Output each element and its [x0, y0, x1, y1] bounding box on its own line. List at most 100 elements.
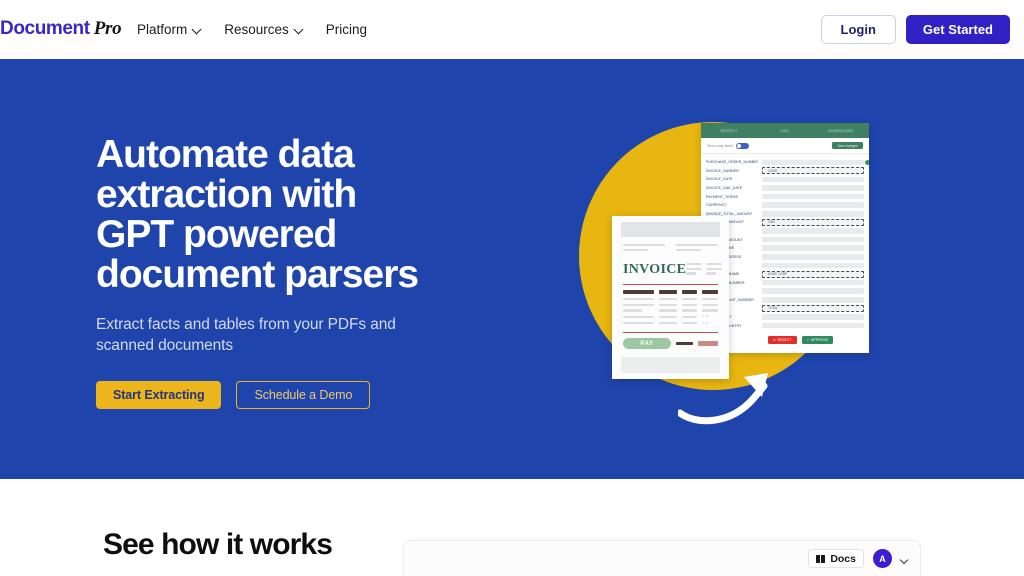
- placeholder-line: [623, 248, 649, 251]
- placeholder-line: [676, 248, 702, 251]
- field-row: SWIFT TOTAL: [706, 304, 864, 313]
- field-input: [762, 288, 864, 294]
- field-input: [762, 236, 864, 243]
- logo-secondary-text: Pro: [93, 18, 122, 39]
- field-row: TAX_RATE: [706, 227, 864, 236]
- invoice-header-block: [621, 222, 720, 237]
- landing-page: Document Pro Platform Resources Pricing …: [0, 0, 1024, 576]
- pay-button: PAY: [623, 338, 671, 350]
- toolbar-left: Show only fields: [707, 142, 749, 149]
- table-row: [623, 297, 718, 301]
- field-value: 1062: [768, 220, 776, 225]
- info-icon: [865, 159, 869, 165]
- field-label: PURCHASE_ORDER_NUMBER: [706, 160, 758, 165]
- placeholder-line: [623, 244, 665, 247]
- field-input: [762, 262, 864, 269]
- hero-section: Automate data extraction with GPT powere…: [0, 59, 1024, 479]
- field-row: INVOICE_TOTAL_AMOUNT: [706, 210, 864, 219]
- chevron-down-icon: [193, 25, 202, 34]
- invoice-pay-row: PAY: [623, 338, 718, 350]
- nav-label: Platform: [137, 22, 188, 37]
- schedule-demo-button[interactable]: Schedule a Demo: [236, 381, 371, 409]
- field-label: INVOICE_DUE_DATE: [706, 186, 743, 191]
- logo-primary-text: Document: [0, 18, 90, 39]
- field-input: [762, 159, 869, 166]
- field-row: BANK_NAME: [706, 287, 864, 296]
- login-button[interactable]: Login: [820, 15, 896, 44]
- avatar[interactable]: A: [873, 549, 892, 568]
- field-row: SUBTOTAL: [706, 261, 864, 270]
- field-input-highlighted: TOTAL: [762, 304, 864, 312]
- table-cell-amount: 0.00: [702, 321, 709, 325]
- nav-links: Platform Resources Pricing: [137, 0, 367, 59]
- field-input: [762, 314, 864, 320]
- field-input: [762, 322, 864, 329]
- hero-copy: Automate data extraction with GPT powere…: [96, 135, 526, 409]
- invoice-total-placeholders: [676, 341, 718, 346]
- field-input: [762, 245, 864, 252]
- table-row: 0.00: [623, 322, 718, 325]
- field-input: [762, 297, 864, 303]
- docs-button[interactable]: Docs: [808, 549, 864, 568]
- card-toolbar: Docs A: [808, 549, 908, 568]
- nav-item-pricing[interactable]: Pricing: [326, 22, 367, 37]
- field-row: CUSTOMER_NUMBER: [706, 278, 864, 287]
- field-row: VENDOR_NAME: [706, 244, 864, 253]
- section-title: See how it works: [103, 528, 333, 561]
- field-input-highlighted: 12345: [762, 167, 864, 175]
- field-input-highlighted: ACME CORP: [762, 270, 864, 278]
- toolbar-label: Show only fields: [707, 143, 733, 148]
- brand-logo[interactable]: Document Pro: [0, 18, 122, 40]
- field-row: INVOICE_DUE_DATE: [706, 184, 864, 193]
- book-icon: [816, 554, 826, 563]
- field-value: 12345: [768, 168, 777, 173]
- field-row: VENDOR_COUNTRY: [706, 321, 864, 330]
- field-label: PAYMENT_TERMS: [706, 194, 738, 199]
- start-extracting-button[interactable]: Start Extracting: [96, 381, 222, 409]
- hero-title: Automate data extraction with GPT powere…: [96, 133, 419, 296]
- panel-tab-csv: CSV: [780, 128, 790, 133]
- curved-arrow-icon: [678, 373, 768, 425]
- field-row: TOTAL_TAX_AMOUNT 1062: [706, 218, 864, 227]
- panel-tab-download: DOWNLOAD: [828, 128, 854, 133]
- table-row: 0.00: [623, 315, 718, 318]
- nav-label: Pricing: [325, 22, 368, 37]
- field-input: [762, 228, 864, 234]
- hero-illustration: DETECT CSV DOWNLOAD Show only fields Sav…: [573, 114, 893, 454]
- nav-item-platform[interactable]: Platform: [137, 22, 202, 37]
- hero-subtitle: Extract facts and tables from your PDFs …: [96, 316, 396, 354]
- field-label: INVOICE_NUMBER: [706, 168, 739, 173]
- field-row: CUSTOMER_NAME ACME CORP: [706, 270, 864, 279]
- field-label: CURRENCY: [706, 203, 727, 208]
- panel-actions: ✕ REJECT ✓ APPROVE: [706, 330, 864, 344]
- field-value: ACME CORP: [768, 272, 788, 277]
- field-row: VENDOR_ADDRESS: [706, 253, 864, 262]
- hero-cta-group: Start Extracting Schedule a Demo: [96, 381, 526, 409]
- reject-button: ✕ REJECT: [768, 335, 797, 344]
- invoice-meta-lines: [623, 244, 718, 253]
- field-input: [762, 279, 864, 286]
- field-input: [762, 193, 864, 200]
- panel-header: DETECT CSV DOWNLOAD: [701, 123, 869, 138]
- demo-preview-card: Docs A: [403, 540, 921, 576]
- invoice-table-header: [623, 290, 718, 294]
- nav-actions: Login Get Started: [820, 15, 1010, 44]
- nav-item-resources[interactable]: Resources: [224, 22, 304, 37]
- invoice-meta-right: [676, 244, 718, 253]
- save-changes-button: Save changes: [832, 142, 863, 149]
- invoice-title-row: INVOICE: [623, 262, 723, 278]
- field-row: PURCHASE_ORDER_NUMBER: [706, 158, 869, 167]
- invoice-title: INVOICE: [623, 262, 687, 278]
- field-row: CURRENCY: [706, 201, 864, 210]
- field-row: INVOICE_DATE: [706, 175, 864, 184]
- docs-label: Docs: [830, 552, 856, 565]
- chevron-down-icon[interactable]: [901, 555, 908, 562]
- field-input: [762, 211, 864, 217]
- get-started-button[interactable]: Get Started: [905, 15, 1010, 44]
- invoice-divider-bottom: [623, 331, 718, 334]
- field-row: VENDOR_CITY: [706, 313, 864, 322]
- table-cell-amount: 0.00: [702, 315, 709, 319]
- field-input: [762, 254, 864, 260]
- top-navbar: Document Pro Platform Resources Pricing …: [0, 0, 1024, 59]
- chevron-down-icon: [295, 25, 304, 34]
